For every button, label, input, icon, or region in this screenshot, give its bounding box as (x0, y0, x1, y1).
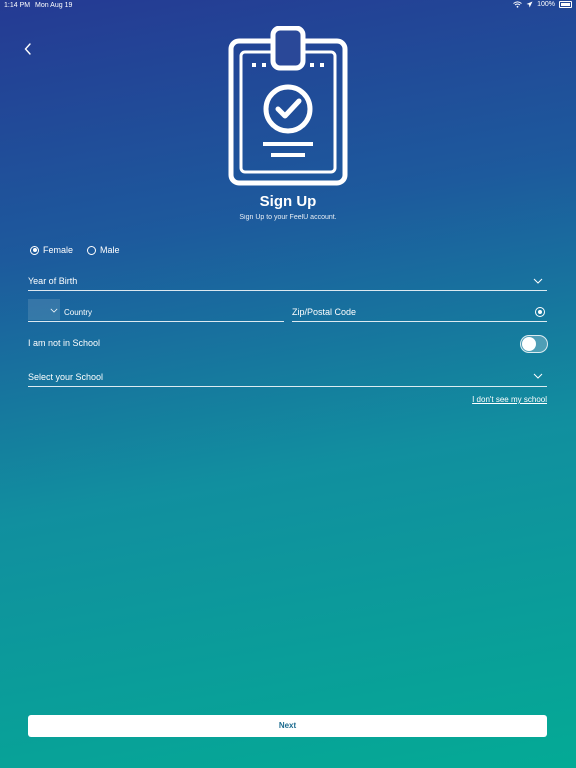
not-in-school-label: I am not in School (28, 338, 101, 348)
next-button[interactable]: Next (28, 715, 547, 737)
status-bar: 1:14 PM Mon Aug 19 100% (0, 0, 576, 12)
zip-placeholder: Zip/Postal Code (292, 307, 357, 317)
not-in-school-toggle[interactable] (520, 335, 548, 353)
school-select[interactable]: Select your School (28, 368, 547, 387)
radio-female[interactable]: Female (30, 245, 73, 255)
page-subtitle: Sign Up to your FeelU account. (239, 214, 337, 221)
zip-field[interactable]: Zip/Postal Code (292, 303, 547, 322)
page-title: Sign Up (259, 193, 317, 210)
location-arrow-icon (526, 1, 533, 8)
country-select[interactable]: Country (28, 299, 284, 322)
radio-male[interactable]: Male (87, 245, 120, 255)
clipboard-check-icon (228, 26, 348, 186)
school-label: Select your School (28, 372, 104, 382)
back-icon[interactable] (20, 40, 38, 58)
toggle-knob (522, 337, 536, 351)
status-date: Mon Aug 19 (35, 2, 73, 9)
radio-female-label: Female (43, 245, 74, 255)
chevron-down-icon (50, 308, 58, 313)
no-school-link[interactable]: I don't see my school (472, 395, 547, 404)
status-time: 1:14 PM (4, 2, 31, 9)
country-flag-box[interactable] (28, 299, 60, 320)
gender-radio-group: Female Male (30, 245, 120, 255)
year-of-birth-select[interactable]: Year of Birth (28, 272, 547, 291)
radio-unchecked-icon (87, 245, 97, 255)
chevron-down-icon (533, 373, 543, 379)
year-of-birth-label: Year of Birth (28, 276, 78, 286)
chevron-down-icon (533, 278, 543, 284)
wifi-icon (513, 1, 522, 8)
battery-icon (559, 1, 572, 8)
radio-checked-icon (30, 245, 39, 255)
radio-male-label: Male (100, 245, 120, 255)
location-icon[interactable] (535, 307, 545, 317)
country-label: Country (64, 308, 93, 317)
battery-percent: 100% (537, 1, 555, 8)
status-right: 100% (513, 1, 572, 8)
